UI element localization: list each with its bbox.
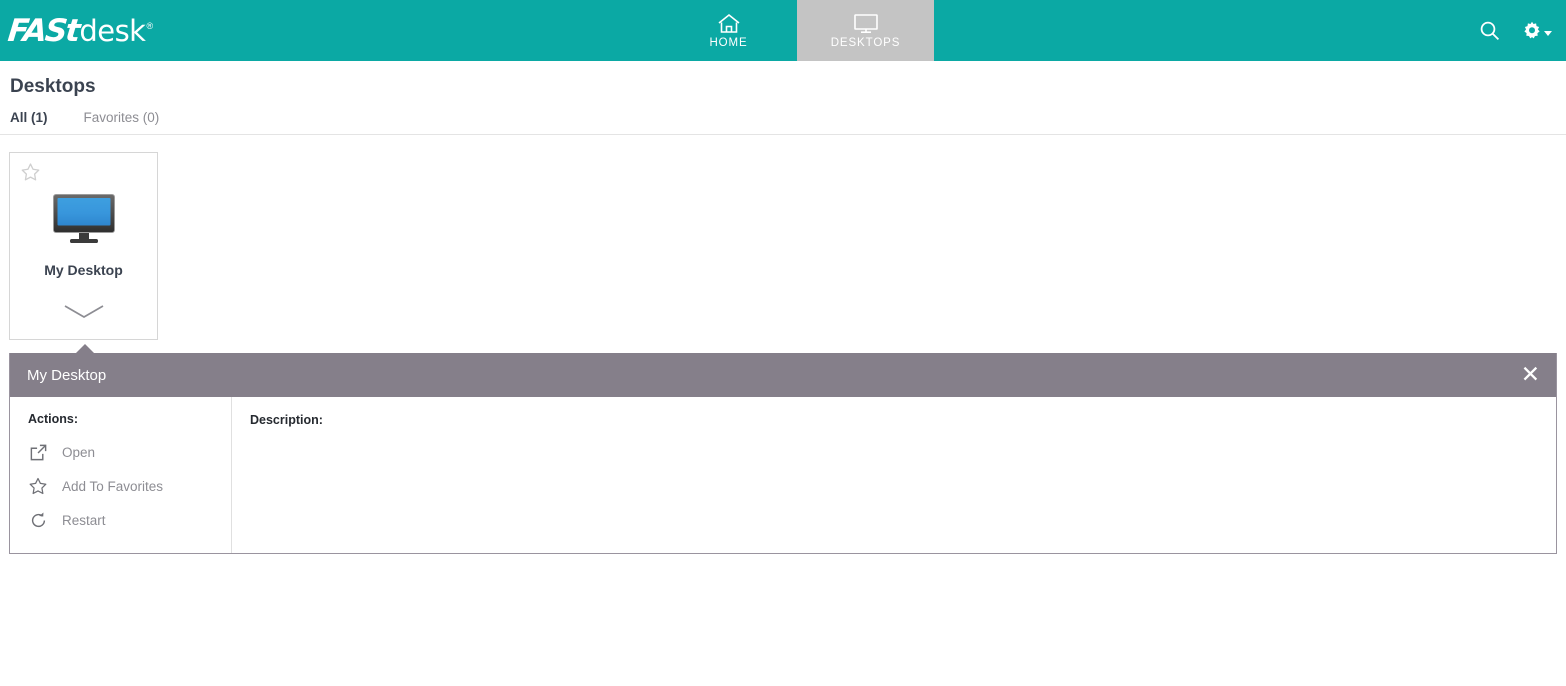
panel-title: My Desktop <box>27 366 107 384</box>
description-column: Description: <box>232 397 1556 553</box>
search-icon[interactable] <box>1479 20 1500 41</box>
app-logo[interactable]: FASt desk ® <box>6 12 154 49</box>
action-add-to-favorites[interactable]: Add To Favorites <box>28 469 231 503</box>
action-add-to-favorites-label: Add To Favorites <box>62 478 164 494</box>
panel-pointer <box>75 344 95 354</box>
actions-column: Actions: Open Add To Favorites Restart <box>10 397 232 553</box>
page-title: Desktops <box>10 76 96 97</box>
page-tabs: All (1) Favorites (0) <box>0 98 1566 135</box>
logo-mark: FASt <box>6 12 81 49</box>
main-nav: HOME DESKTOPS <box>660 0 934 61</box>
chevron-down-icon <box>1544 31 1552 36</box>
panel-frame: My Desktop ✕ Actions: Open Add To Favori… <box>9 353 1557 554</box>
panel-body: Actions: Open Add To Favorites Restart D… <box>10 397 1556 553</box>
description-label: Description: <box>250 413 323 427</box>
settings-menu[interactable] <box>1522 21 1552 41</box>
external-link-icon <box>28 443 48 462</box>
star-outline-icon[interactable] <box>20 162 41 183</box>
monitor-icon <box>853 12 879 34</box>
registered-mark: ® <box>146 20 154 31</box>
nav-item-home-label: HOME <box>709 37 748 49</box>
action-open[interactable]: Open <box>28 435 231 469</box>
nav-item-desktops-label: DESKTOPS <box>830 37 901 49</box>
action-open-label: Open <box>62 444 96 460</box>
gear-icon <box>1522 21 1542 41</box>
action-restart[interactable]: Restart <box>28 503 231 537</box>
desktop-card-expander[interactable] <box>10 304 157 320</box>
restart-icon <box>28 511 48 530</box>
nav-item-home[interactable]: HOME <box>660 0 797 61</box>
top-bar: FASt desk ® HOME DESKTOPS <box>0 0 1566 61</box>
desktop-card-title: My Desktop <box>44 262 123 278</box>
tab-all[interactable]: All (1) <box>10 110 48 125</box>
logo-word: desk <box>79 13 146 48</box>
desktop-grid: My Desktop <box>0 135 1566 340</box>
desktop-detail-panel: My Desktop ✕ Actions: Open Add To Favori… <box>9 344 1557 554</box>
desktop-card[interactable]: My Desktop <box>9 152 158 340</box>
panel-header: My Desktop ✕ <box>10 353 1556 397</box>
logo-zone: FASt desk ® <box>0 0 660 61</box>
close-icon[interactable]: ✕ <box>1521 363 1540 387</box>
action-restart-label: Restart <box>62 512 106 528</box>
star-outline-icon <box>28 476 48 497</box>
actions-label: Actions: <box>28 412 78 426</box>
top-bar-actions <box>1479 0 1552 61</box>
monitor-thumbnail-icon <box>52 194 115 249</box>
tab-favorites[interactable]: Favorites (0) <box>84 110 160 125</box>
nav-item-desktops[interactable]: DESKTOPS <box>797 0 934 61</box>
home-icon <box>717 12 741 34</box>
